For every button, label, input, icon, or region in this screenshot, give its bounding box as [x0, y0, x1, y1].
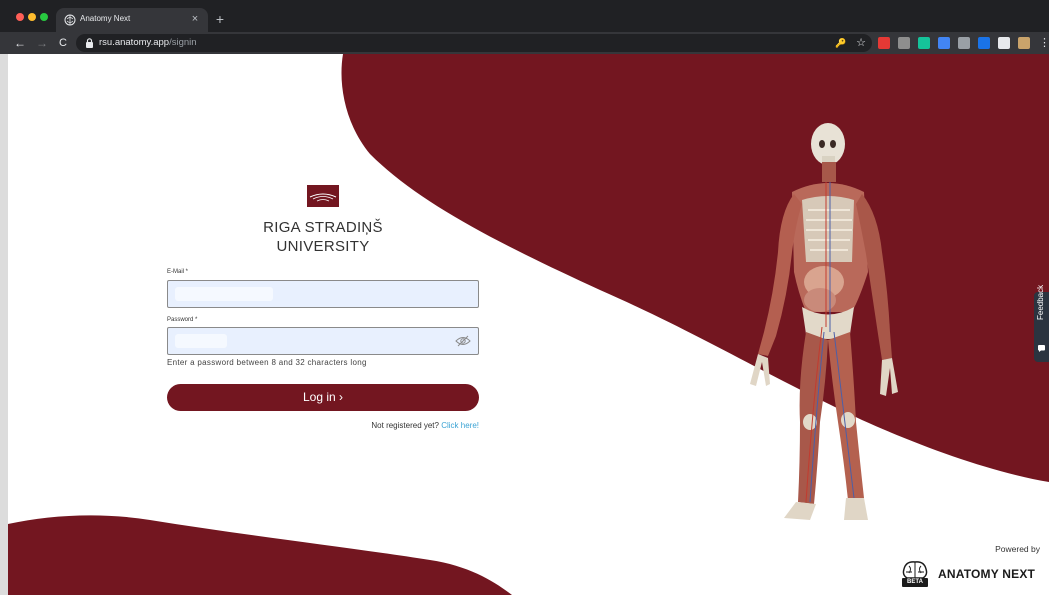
brand-name[interactable]: ANATOMY NEXT: [938, 567, 1035, 581]
password-hint: Enter a password between 8 and 32 charac…: [167, 358, 367, 367]
register-text: Not registered yet?: [371, 421, 442, 430]
password-autofill-text: [175, 334, 227, 348]
signin-page: RIGA STRADIŅŠ UNIVERSITY E-Mail * Passwo…: [0, 54, 1049, 595]
url-text[interactable]: rsu.anatomy.app/signin: [99, 37, 197, 49]
tab-close-icon[interactable]: ×: [188, 12, 202, 26]
register-prompt: Not registered yet? Click here!: [300, 421, 479, 430]
anatomy-next-favicon-icon: [64, 14, 76, 26]
window-zoom-button[interactable]: [40, 13, 48, 21]
email-label: E-Mail *: [167, 269, 189, 275]
new-tab-button[interactable]: +: [212, 12, 228, 28]
anatomy-figure-image: [750, 123, 898, 520]
beta-badge: BETA: [902, 578, 928, 587]
register-link[interactable]: Click here!: [441, 421, 479, 430]
powered-by-label: Powered by: [995, 544, 1040, 554]
url-path: /signin: [169, 37, 197, 48]
forward-button[interactable]: →: [34, 35, 50, 51]
password-extension-icon[interactable]: [978, 37, 990, 49]
browser-menu-icon[interactable]: ⋮: [1039, 35, 1049, 51]
bottom-left-wave: [8, 515, 512, 595]
back-button[interactable]: ←: [12, 35, 28, 51]
login-button[interactable]: Log in ›: [167, 384, 479, 411]
feedback-chat-icon: [1038, 345, 1045, 352]
tab-title: Anatomy Next: [80, 14, 131, 23]
browser-toolbar: ← → C rsu.anatomy.app/signin 🔑 ☆ ⋮: [0, 32, 1049, 54]
window-minimize-button[interactable]: [28, 13, 36, 21]
extension-blue-icon[interactable]: [938, 37, 950, 49]
university-name: RIGA STRADIŅŠ UNIVERSITY: [230, 218, 416, 256]
password-key-icon[interactable]: 🔑: [832, 37, 850, 49]
top-right-wave: [341, 54, 1049, 482]
university-name-line-2: UNIVERSITY: [276, 238, 370, 255]
browser-tab-anatomy-next[interactable]: Anatomy Next ×: [56, 8, 208, 32]
search-extension-icon[interactable]: [958, 37, 970, 49]
grammarly-icon[interactable]: [918, 37, 930, 49]
eye-slash-icon[interactable]: [455, 335, 471, 347]
bookmark-star-icon[interactable]: ☆: [854, 36, 868, 50]
feedback-tab[interactable]: Feedback: [1034, 285, 1049, 362]
profile-avatar-icon[interactable]: [1018, 37, 1030, 49]
password-label: Password *: [167, 317, 198, 323]
adblock-icon[interactable]: [878, 37, 890, 49]
window-close-button[interactable]: [16, 13, 24, 21]
url-host: rsu.anatomy.app: [99, 37, 170, 48]
puzzle-icon[interactable]: [998, 37, 1010, 49]
feedback-label: Feedback: [1036, 284, 1045, 320]
email-autofill-text: [175, 287, 273, 301]
facebook-container-icon[interactable]: [898, 37, 910, 49]
lock-icon: [86, 38, 93, 48]
university-name-line-1: RIGA STRADIŅŠ: [263, 219, 383, 236]
browser-titlebar: Anatomy Next × +: [0, 0, 1049, 32]
reload-button[interactable]: C: [55, 35, 71, 51]
rsu-logo-icon: [307, 185, 339, 207]
address-bar[interactable]: rsu.anatomy.app/signin 🔑 ☆: [76, 34, 872, 52]
